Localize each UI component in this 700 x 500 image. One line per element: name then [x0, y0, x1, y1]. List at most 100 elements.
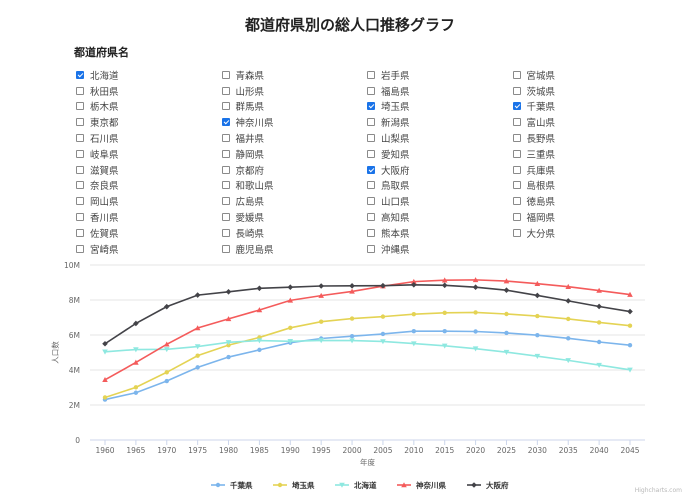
prefecture-checkbox-item[interactable]: 島根県 — [511, 178, 657, 194]
legend-item[interactable]: 埼玉県 — [273, 480, 315, 490]
prefecture-checkbox-item[interactable]: 長崎県 — [220, 225, 366, 241]
prefecture-checkbox-item[interactable]: 北海道 — [74, 67, 220, 83]
prefecture-checkbox-item[interactable]: 石川県 — [74, 130, 220, 146]
prefecture-checkbox[interactable] — [367, 228, 375, 237]
prefecture-checkbox[interactable] — [512, 134, 521, 143]
prefecture-checkbox[interactable] — [512, 118, 521, 127]
prefecture-checkbox-item[interactable]: 岡山県 — [74, 193, 220, 209]
prefecture-checkbox-item[interactable]: 神奈川県 — [220, 114, 366, 130]
prefecture-checkbox-item[interactable]: 福島県 — [365, 83, 511, 99]
legend-item[interactable]: 北海道 — [335, 480, 377, 490]
prefecture-checkbox[interactable] — [76, 134, 84, 143]
prefecture-checkbox-item[interactable]: 大阪府 — [365, 162, 511, 178]
prefecture-checkbox-item[interactable]: 熊本県 — [365, 225, 511, 241]
prefecture-checkbox[interactable] — [221, 134, 230, 143]
prefecture-checkbox[interactable] — [367, 134, 375, 143]
prefecture-checkbox[interactable] — [512, 70, 521, 79]
prefecture-checkbox[interactable] — [221, 86, 230, 95]
prefecture-checkbox[interactable] — [512, 181, 521, 190]
prefecture-checkbox[interactable] — [76, 197, 84, 206]
prefecture-checkbox-item[interactable]: 栃木県 — [74, 99, 220, 115]
prefecture-checkbox-item[interactable]: 長野県 — [511, 130, 657, 146]
prefecture-checkbox-item[interactable]: 佐賀県 — [74, 225, 220, 241]
prefecture-checkbox-item[interactable]: 新潟県 — [365, 114, 511, 130]
prefecture-checkbox-item[interactable]: 福井県 — [220, 130, 366, 146]
prefecture-checkbox[interactable] — [512, 228, 521, 237]
prefecture-checkbox[interactable] — [512, 197, 521, 206]
prefecture-checkbox-item[interactable]: 山形県 — [220, 83, 366, 99]
prefecture-checkbox-item[interactable]: 富山県 — [511, 114, 657, 130]
prefecture-checkbox-item[interactable]: 茨城県 — [511, 83, 657, 99]
prefecture-checkbox-item[interactable]: 和歌山県 — [220, 178, 366, 194]
population-line-chart: 0 2M 4M 6M 8M 10M 1960 1965 1970 1975 1980 1985 1990… — [50, 261, 645, 490]
prefecture-checkbox-item[interactable]: 兵庫県 — [511, 162, 657, 178]
prefecture-checkbox[interactable] — [367, 86, 375, 95]
prefecture-checkbox[interactable] — [367, 244, 375, 253]
prefecture-checkbox[interactable] — [221, 244, 230, 253]
prefecture-checkbox-item[interactable]: 大分県 — [511, 225, 657, 241]
prefecture-checkbox[interactable] — [76, 86, 84, 95]
prefecture-checkbox-item[interactable]: 滋賀県 — [74, 162, 220, 178]
prefecture-checkbox[interactable] — [76, 181, 84, 190]
prefecture-checkbox[interactable] — [367, 197, 375, 206]
prefecture-checkbox[interactable] — [367, 118, 375, 127]
prefecture-checkbox-item[interactable]: 奈良県 — [74, 178, 220, 194]
prefecture-checkbox[interactable] — [76, 102, 84, 111]
prefecture-checkbox[interactable] — [221, 118, 230, 127]
prefecture-checkbox-item[interactable]: 埼玉県 — [365, 99, 511, 115]
prefecture-checkbox-item[interactable]: 高知県 — [365, 209, 511, 225]
legend-item[interactable]: 大阪府 — [467, 480, 509, 490]
prefecture-checkbox[interactable] — [367, 165, 375, 174]
prefecture-checkbox[interactable] — [221, 181, 230, 190]
prefecture-checkbox[interactable] — [76, 149, 84, 158]
prefecture-checkbox[interactable] — [367, 149, 375, 158]
prefecture-checkbox[interactable] — [512, 86, 521, 95]
prefecture-checkbox-item[interactable]: 香川県 — [74, 209, 220, 225]
prefecture-checkbox[interactable] — [367, 102, 375, 111]
prefecture-label: 長崎県 — [235, 228, 265, 240]
prefecture-checkbox-item[interactable]: 東京都 — [74, 114, 220, 130]
prefecture-checkbox[interactable] — [512, 149, 521, 158]
prefecture-checkbox-item[interactable]: 青森県 — [220, 67, 366, 83]
prefecture-checkbox-item[interactable]: 愛知県 — [365, 146, 511, 162]
legend-item[interactable]: 神奈川県 — [397, 480, 446, 490]
prefecture-checkbox-item[interactable]: 宮城県 — [511, 67, 657, 83]
prefecture-checkbox[interactable] — [76, 213, 84, 222]
prefecture-checkbox-item[interactable]: 京都府 — [220, 162, 366, 178]
prefecture-label: 北海道 — [90, 70, 119, 82]
prefecture-checkbox[interactable] — [76, 70, 84, 79]
prefecture-checkbox[interactable] — [76, 118, 84, 127]
prefecture-checkbox-item[interactable]: 鳥取県 — [365, 178, 511, 194]
prefecture-checkbox[interactable] — [76, 165, 84, 174]
prefecture-checkbox[interactable] — [512, 213, 521, 222]
prefecture-checkbox[interactable] — [221, 70, 230, 79]
legend-marker — [471, 482, 477, 488]
prefecture-checkbox[interactable] — [76, 228, 84, 237]
prefecture-checkbox[interactable] — [512, 102, 521, 111]
prefecture-checkbox-item[interactable]: 岩手県 — [365, 67, 511, 83]
prefecture-checkbox[interactable] — [512, 165, 521, 174]
prefecture-checkbox[interactable] — [367, 70, 375, 79]
prefecture-checkbox[interactable] — [221, 165, 230, 174]
prefecture-checkbox-item[interactable]: 徳島県 — [511, 193, 657, 209]
prefecture-checkbox-item[interactable]: 山梨県 — [365, 130, 511, 146]
prefecture-checkbox-item[interactable]: 福岡県 — [511, 209, 657, 225]
prefecture-checkbox-item[interactable]: 愛媛県 — [220, 209, 366, 225]
prefecture-checkbox-item[interactable]: 静岡県 — [220, 146, 366, 162]
legend-item[interactable]: 千葉県 — [211, 480, 253, 490]
prefecture-checkbox[interactable] — [367, 181, 375, 190]
prefecture-checkbox-item[interactable]: 岐阜県 — [74, 146, 220, 162]
prefecture-checkbox[interactable] — [221, 228, 230, 237]
prefecture-checkbox-item[interactable]: 千葉県 — [511, 99, 657, 115]
prefecture-checkbox-item[interactable]: 三重県 — [511, 146, 657, 162]
prefecture-checkbox-item[interactable]: 山口県 — [365, 193, 511, 209]
prefecture-checkbox[interactable] — [367, 213, 375, 222]
prefecture-checkbox[interactable] — [221, 102, 230, 111]
prefecture-checkbox-item[interactable]: 群馬県 — [220, 99, 366, 115]
prefecture-checkbox[interactable] — [221, 213, 230, 222]
prefecture-checkbox[interactable] — [221, 197, 230, 206]
prefecture-checkbox-item[interactable]: 広島県 — [220, 193, 366, 209]
prefecture-checkbox[interactable] — [76, 244, 84, 253]
prefecture-checkbox-item[interactable]: 秋田県 — [74, 83, 220, 99]
prefecture-checkbox[interactable] — [221, 149, 230, 158]
